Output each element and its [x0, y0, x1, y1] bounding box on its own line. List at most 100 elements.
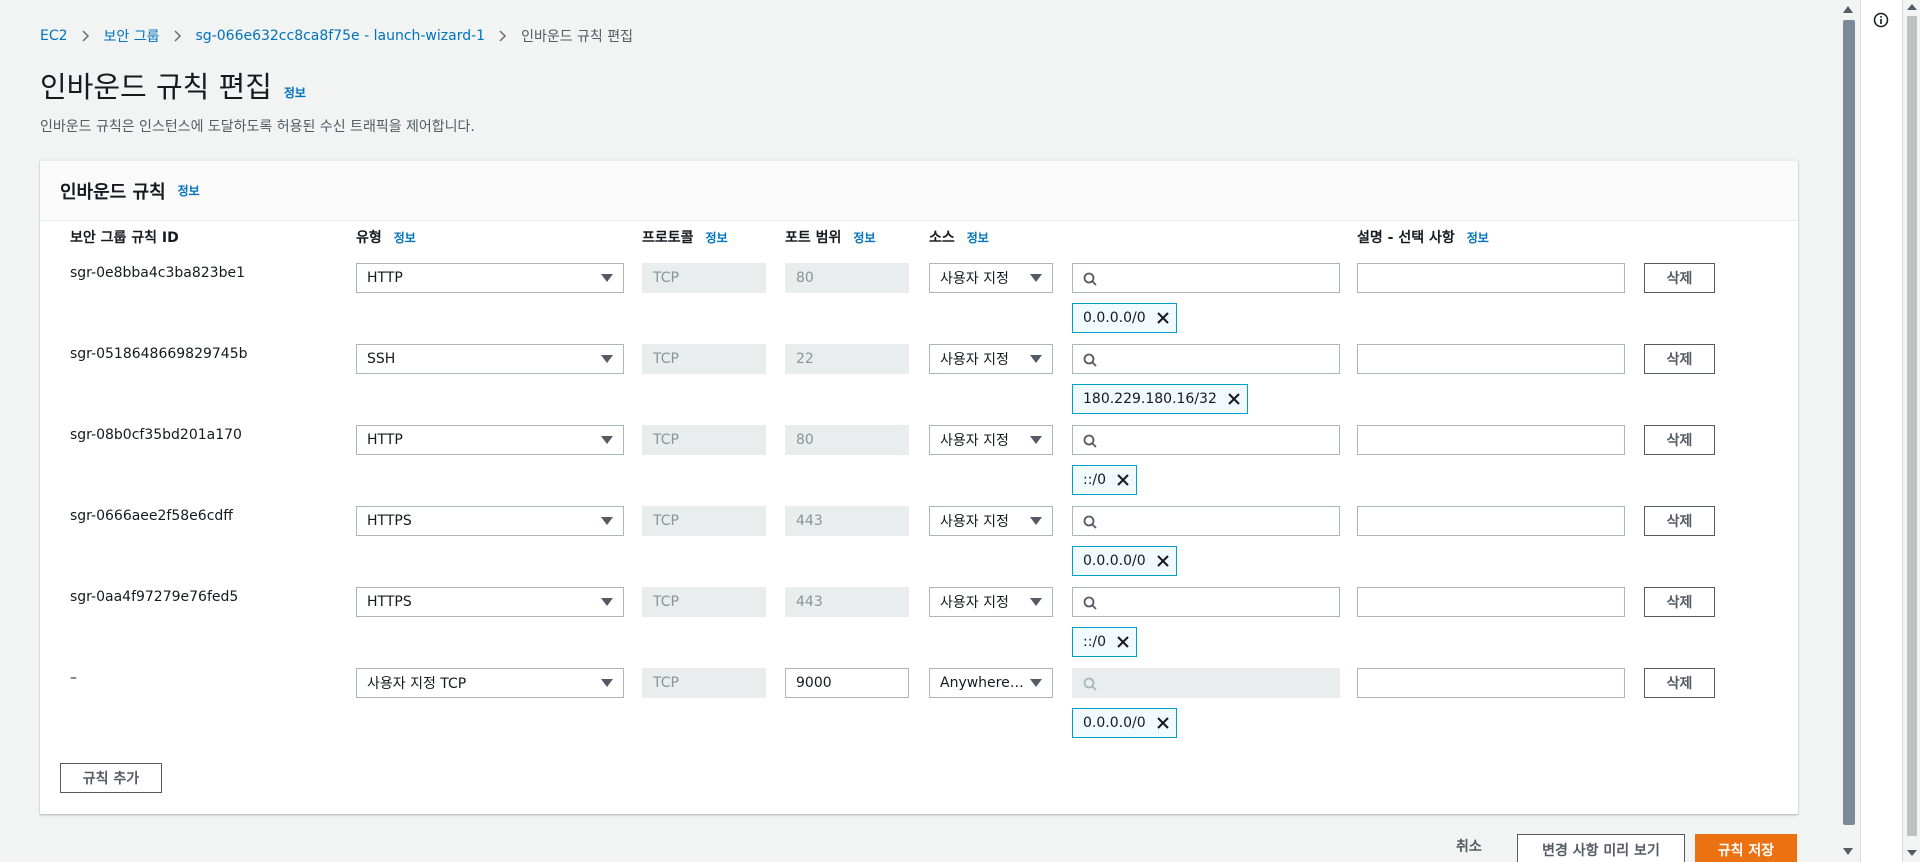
page-description: 인바운드 규칙은 인스턴스에 도달하도록 허용된 수신 트래픽을 제어합니다. — [40, 119, 475, 135]
description-input[interactable] — [1357, 668, 1625, 698]
breadcrumb-current: 인바운드 규칙 편집 — [521, 29, 634, 45]
search-icon — [1083, 353, 1097, 367]
panel-header: 인바운드 규칙 정보 — [40, 161, 1798, 221]
breadcrumb-security-group[interactable]: sg-066e632cc8ca8f75e - launch-wizard-1 — [196, 28, 486, 44]
port-range-input[interactable]: 9000 — [785, 668, 909, 698]
port-range-field: 22 — [785, 344, 909, 374]
caret-down-icon — [601, 517, 613, 525]
type-select[interactable]: HTTPS — [356, 506, 624, 536]
description-input[interactable] — [1357, 263, 1625, 293]
delete-button[interactable]: 삭제 — [1644, 506, 1715, 536]
caret-down-icon — [1030, 598, 1042, 606]
close-icon[interactable] — [1156, 554, 1170, 568]
cancel-button[interactable]: 취소 — [1456, 836, 1482, 856]
source-select[interactable]: 사용자 지정 — [929, 506, 1053, 536]
type-value: HTTPS — [367, 513, 412, 529]
rule-id: sgr-08b0cf35bd201a170 — [70, 427, 242, 443]
protocol-field: TCP — [642, 506, 766, 536]
cidr-token-label: 180.229.180.16/32 — [1083, 391, 1217, 407]
description-info-link[interactable]: 정보 — [1467, 229, 1489, 246]
search-icon — [1083, 677, 1097, 691]
source-select[interactable]: 사용자 지정 — [929, 344, 1053, 374]
rule-row: sgr-08b0cf35bd201a170 HTTP TCP 80 사용자 지정… — [40, 423, 1798, 504]
description-input[interactable] — [1357, 587, 1625, 617]
cidr-search-input[interactable] — [1072, 344, 1340, 374]
source-select[interactable]: Anywhere-... — [929, 668, 1053, 698]
scroll-thumb[interactable] — [1843, 20, 1855, 825]
close-icon[interactable] — [1116, 473, 1130, 487]
protocol-value: TCP — [653, 594, 679, 610]
page-title-container: 인바운드 규칙 편집 정보 — [40, 64, 306, 106]
source-value: 사용자 지정 — [940, 352, 1009, 368]
cidr-token: 0.0.0.0/0 — [1072, 303, 1177, 333]
rule-row: – 사용자 지정 TCP TCP 9000 Anywhere-... 삭제 0.… — [40, 666, 1798, 747]
cidr-token: 0.0.0.0/0 — [1072, 708, 1177, 738]
close-icon[interactable] — [1227, 392, 1241, 406]
rule-row: sgr-0e8bba4c3ba823be1 HTTP TCP 80 사용자 지정… — [40, 261, 1798, 342]
port-range-field: 80 — [785, 425, 909, 455]
close-icon[interactable] — [1156, 311, 1170, 325]
cidr-search-input[interactable] — [1072, 425, 1340, 455]
close-icon[interactable] — [1156, 716, 1170, 730]
port-value: 22 — [796, 351, 814, 367]
source-select[interactable]: 사용자 지정 — [929, 587, 1053, 617]
source-value: 사용자 지정 — [940, 514, 1009, 530]
cidr-search-input — [1072, 668, 1340, 698]
protocol-field: TCP — [642, 263, 766, 293]
source-value: 사용자 지정 — [940, 271, 1009, 287]
add-rule-button[interactable]: 규칙 추가 — [60, 763, 162, 793]
preview-changes-button[interactable]: 변경 사항 미리 보기 — [1517, 834, 1685, 862]
description-input[interactable] — [1357, 425, 1625, 455]
protocol-field: TCP — [642, 344, 766, 374]
delete-button[interactable]: 삭제 — [1644, 587, 1715, 617]
close-icon[interactable] — [1116, 635, 1130, 649]
main-content: EC2 보안 그룹 sg-066e632cc8ca8f75e - launch-… — [0, 0, 1838, 862]
scroll-thumb[interactable] — [1907, 16, 1917, 836]
type-select[interactable]: 사용자 지정 TCP — [356, 668, 624, 698]
cidr-search-input[interactable] — [1072, 506, 1340, 536]
cidr-search-input[interactable] — [1072, 587, 1340, 617]
protocol-info-link[interactable]: 정보 — [706, 229, 728, 246]
rule-row: sgr-0518648669829745b SSH TCP 22 사용자 지정 … — [40, 342, 1798, 423]
type-select[interactable]: SSH — [356, 344, 624, 374]
scroll-up-arrow-icon[interactable] — [1907, 4, 1917, 10]
cidr-token: ::/0 — [1072, 627, 1138, 657]
description-input[interactable] — [1357, 344, 1625, 374]
rule-id: – — [70, 670, 77, 686]
breadcrumb-ec2[interactable]: EC2 — [40, 28, 68, 44]
scroll-up-arrow-icon[interactable] — [1843, 6, 1853, 13]
delete-button[interactable]: 삭제 — [1644, 425, 1715, 455]
source-select[interactable]: 사용자 지정 — [929, 263, 1053, 293]
port-info-link[interactable]: 정보 — [853, 229, 875, 246]
search-icon — [1083, 434, 1097, 448]
cidr-token: ::/0 — [1072, 465, 1138, 495]
delete-button[interactable]: 삭제 — [1644, 263, 1715, 293]
type-select[interactable]: HTTP — [356, 263, 624, 293]
delete-button[interactable]: 삭제 — [1644, 668, 1715, 698]
scroll-down-arrow-icon[interactable] — [1907, 850, 1917, 856]
save-rules-button[interactable]: 규칙 저장 — [1695, 834, 1797, 862]
port-value: 443 — [796, 513, 823, 529]
caret-down-icon — [1030, 355, 1042, 363]
help-panel-rail — [1860, 0, 1902, 862]
type-info-link[interactable]: 정보 — [394, 229, 416, 246]
panel-info-link[interactable]: 정보 — [178, 182, 200, 199]
source-select[interactable]: 사용자 지정 — [929, 425, 1053, 455]
cidr-token-label: 0.0.0.0/0 — [1083, 715, 1146, 731]
type-select[interactable]: HTTP — [356, 425, 624, 455]
cidr-search-input[interactable] — [1072, 263, 1340, 293]
window-scrollbar[interactable] — [1902, 0, 1920, 862]
type-select[interactable]: HTTPS — [356, 587, 624, 617]
content-scrollbar[interactable] — [1838, 0, 1860, 862]
breadcrumb-security-groups[interactable]: 보안 그룹 — [104, 26, 160, 46]
delete-button[interactable]: 삭제 — [1644, 344, 1715, 374]
info-icon[interactable] — [1873, 12, 1889, 32]
search-icon — [1083, 596, 1097, 610]
protocol-field: TCP — [642, 668, 766, 698]
scroll-down-arrow-icon[interactable] — [1843, 848, 1853, 855]
col-header-rule-id-label: 보안 그룹 규칙 ID — [70, 230, 179, 246]
cidr-token-label: 0.0.0.0/0 — [1083, 310, 1146, 326]
description-input[interactable] — [1357, 506, 1625, 536]
page-info-link[interactable]: 정보 — [284, 84, 306, 101]
source-info-link[interactable]: 정보 — [967, 229, 989, 246]
